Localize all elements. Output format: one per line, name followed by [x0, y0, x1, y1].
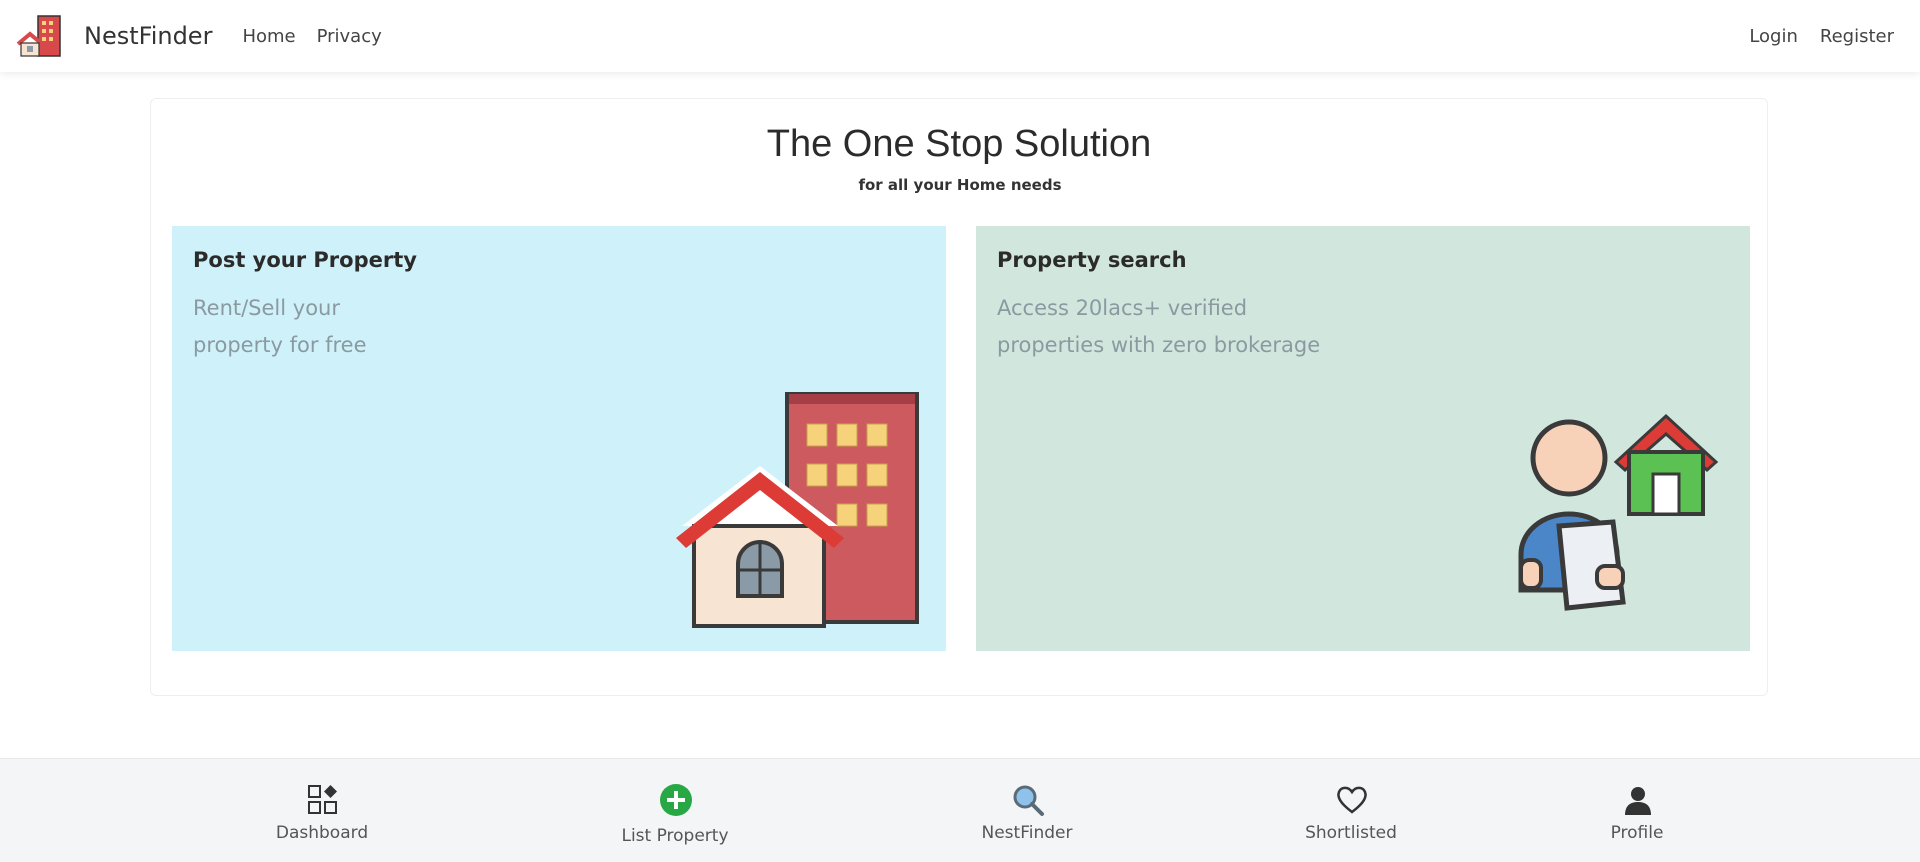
post-property-title: Post your Property [193, 248, 417, 272]
login-link[interactable]: Login [1749, 26, 1798, 47]
heart-icon [1337, 786, 1367, 814]
house-building-illustration [676, 392, 919, 628]
post-property-desc: Rent/Sell your property for free [193, 290, 925, 364]
bottom-nav-dashboard-label: Dashboard [275, 823, 369, 843]
bottom-nav: Dashboard List Property NestFinder Short… [0, 758, 1920, 862]
brand-name: NestFinder [84, 22, 213, 50]
top-navbar: NestFinder Home Privacy Login Register [0, 0, 1920, 72]
bottom-nav-profile[interactable]: Profile [1537, 759, 1737, 862]
bottom-nav-profile-label: Profile [1610, 823, 1664, 843]
property-search-title: Property search [997, 248, 1187, 272]
brand-link[interactable]: NestFinder [14, 10, 212, 62]
post-property-desc-line: Rent/Sell your [193, 296, 340, 320]
plus-circle-icon [660, 784, 692, 816]
auth-nav: Login Register [1727, 26, 1894, 47]
bottom-nav-nestfinder-label: NestFinder [981, 823, 1073, 843]
dashboard-icon [308, 785, 337, 814]
bottom-nav-dashboard[interactable]: Dashboard [222, 759, 422, 862]
person-house-illustration [1518, 413, 1719, 611]
nav-home-link[interactable]: Home [242, 26, 295, 47]
main-nav: Home Privacy [242, 26, 402, 47]
property-search-tile[interactable]: Property search Access 20lacs+ verified … [976, 226, 1750, 651]
bottom-nav-list-property-label: List Property [621, 826, 729, 846]
bottom-nav-shortlisted-label: Shortlisted [1305, 823, 1397, 843]
property-search-desc-line: Access 20lacs+ verified [997, 296, 1248, 320]
hero-title: The One Stop Solution [766, 123, 1152, 165]
post-property-tile[interactable]: Post your Property Rent/Sell your proper… [172, 226, 946, 651]
nav-privacy-link[interactable]: Privacy [317, 26, 382, 47]
bottom-nav-nestfinder[interactable]: NestFinder [927, 759, 1127, 862]
property-search-desc-line: properties with zero brokerage [997, 333, 1321, 357]
building-house-logo-icon [16, 15, 61, 57]
search-icon [1013, 785, 1044, 816]
user-icon [1625, 787, 1651, 815]
bottom-nav-list-property[interactable]: List Property [575, 759, 775, 862]
register-link[interactable]: Register [1820, 26, 1894, 47]
property-search-desc: Access 20lacs+ verified properties with … [997, 290, 1729, 364]
post-property-desc-line: property for free [193, 333, 367, 357]
hero-subtitle: for all your Home needs [858, 176, 1062, 194]
bottom-nav-shortlisted[interactable]: Shortlisted [1251, 759, 1451, 862]
